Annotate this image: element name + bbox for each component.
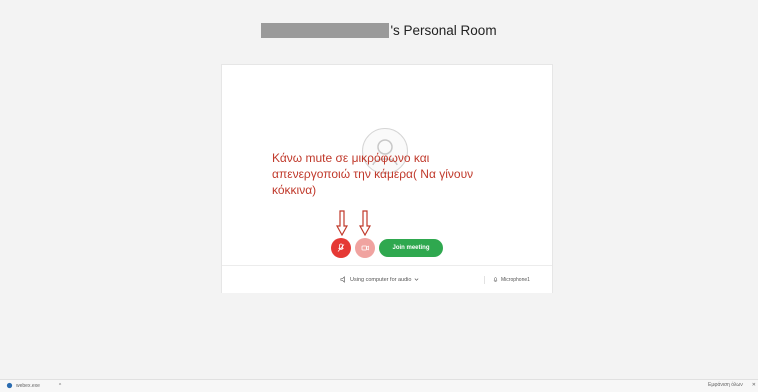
app-window: 's Personal Room Κάνω mute σε μικρόφωνο … [0, 0, 758, 392]
page-title: 's Personal Room [390, 22, 497, 38]
header: 's Personal Room [0, 0, 758, 60]
stop-video-button[interactable] [355, 238, 375, 258]
mute-button[interactable] [331, 238, 351, 258]
speaker-icon [340, 276, 345, 283]
audio-bar: Using computer for audio Microphone1 [222, 265, 552, 293]
chevron-down-icon [415, 278, 419, 281]
arrow-down-icon [336, 210, 348, 236]
video-preview: Κάνω mute σε μικρόφωνο και απενεργοποιώ … [222, 65, 552, 265]
show-all-link[interactable]: Εμφάνιση όλων ✕ [708, 382, 756, 388]
audio-option-label: Using computer for audio [350, 276, 412, 283]
microphone-icon [337, 243, 345, 252]
redacted-name [261, 22, 390, 38]
join-meeting-button[interactable]: Join meeting [379, 239, 443, 257]
annotation-note: Κάνω mute σε μικρόφωνο και απενεργοποιώ … [272, 151, 474, 197]
close-icon[interactable]: ✕ [752, 382, 756, 388]
file-icon [6, 382, 13, 389]
microphone-icon [493, 276, 498, 282]
download-bar: webex.exe ^ Εμφάνιση όλων ✕ [0, 379, 758, 392]
download-item[interactable]: webex.exe ^ [6, 382, 61, 389]
microphone-label: Microphone1 [501, 277, 530, 283]
audio-connection-dropdown[interactable]: Using computer for audio [340, 276, 419, 283]
meeting-preview-card: Κάνω mute σε μικρόφωνο και απενεργοποιώ … [221, 64, 553, 293]
download-item-label: webex.exe [16, 382, 40, 389]
chevron-up-icon[interactable]: ^ [59, 383, 61, 389]
show-all-label: Εμφάνιση όλων [708, 382, 743, 388]
arrow-down-icon [359, 210, 371, 236]
camera-icon [361, 245, 369, 251]
microphone-selector[interactable]: Microphone1 [484, 276, 530, 284]
